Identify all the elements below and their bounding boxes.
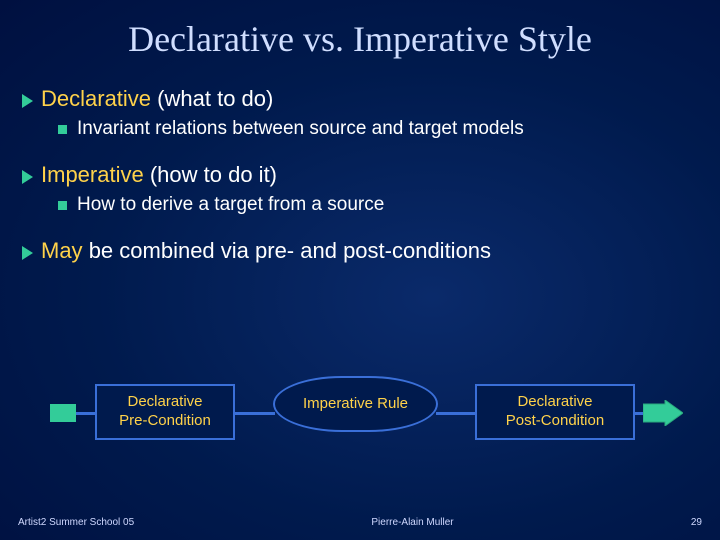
sub-bullet-imperative: How to derive a target from a source <box>22 194 698 216</box>
sub-bullet-text: Invariant relations between source and t… <box>77 118 524 140</box>
flow-connector <box>235 412 275 415</box>
slide-footer: Artist2 Summer School 05 Pierre-Alain Mu… <box>0 517 720 528</box>
bullet-label: Imperative (how to do it) <box>41 162 277 188</box>
footer-page-number: 29 <box>691 517 702 528</box>
bullet-label: May be combined via pre- and post-condit… <box>41 238 491 264</box>
bullet-term: Imperative <box>41 162 144 187</box>
bullet-term: May <box>41 238 83 263</box>
flow-connector <box>76 412 95 415</box>
bullet-paren: (what to do) <box>157 86 273 111</box>
flow-box-postcondition: Declarative Post-Condition <box>475 384 635 440</box>
flow-box-rule: Imperative Rule <box>273 376 438 432</box>
triangle-bullet-icon <box>22 94 33 108</box>
footer-center: Pierre-Alain Muller <box>371 517 453 528</box>
flow-connector <box>436 412 476 415</box>
bullet-declarative: Declarative (what to do) <box>22 86 698 112</box>
sub-bullet-declarative: Invariant relations between source and t… <box>22 118 698 140</box>
square-bullet-icon <box>58 125 67 134</box>
triangle-bullet-icon <box>22 246 33 260</box>
flow-arrow-icon <box>643 400 683 426</box>
flow-box-precondition: Declarative Pre-Condition <box>95 384 235 440</box>
sub-bullet-text: How to derive a target from a source <box>77 194 384 216</box>
bullet-may: May be combined via pre- and post-condit… <box>22 238 698 264</box>
bullet-paren: (how to do it) <box>150 162 277 187</box>
slide-title: Declarative vs. Imperative Style <box>0 0 720 60</box>
slide-body: Declarative (what to do) Invariant relat… <box>0 60 720 264</box>
bullet-rest: be combined via pre- and post-conditions <box>89 238 491 263</box>
triangle-bullet-icon <box>22 170 33 184</box>
flow-diagram: Declarative Pre-Condition Imperative Rul… <box>50 370 670 480</box>
bullet-term: Declarative <box>41 86 151 111</box>
bullet-imperative: Imperative (how to do it) <box>22 162 698 188</box>
bullet-label: Declarative (what to do) <box>41 86 273 112</box>
flow-start-icon <box>50 404 76 422</box>
footer-left: Artist2 Summer School 05 <box>18 517 134 528</box>
square-bullet-icon <box>58 201 67 210</box>
